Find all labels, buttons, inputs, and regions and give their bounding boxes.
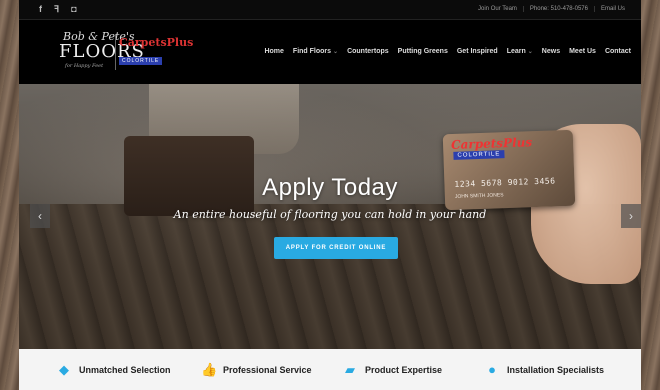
nav-meet-us-label: Meet Us xyxy=(569,48,596,55)
feature-installation[interactable]: ● Installation Specialists xyxy=(485,363,604,377)
nav-find-floors-label: Find Floors xyxy=(292,48,332,55)
site-logo[interactable]: Bob & Pete's FLOORS for Happy Feet Carpe… xyxy=(57,30,194,74)
utility-links: Join Our Team Phone: 510-478-0576 Email … xyxy=(472,6,631,12)
tag-icon: ◆ xyxy=(59,362,69,377)
phone-link[interactable]: Phone: 510-478-0576 xyxy=(522,6,594,12)
slider-prev-arrow[interactable]: ‹ xyxy=(30,204,50,228)
feature-label: Installation Specialists xyxy=(507,365,605,375)
apply-credit-button[interactable]: APPLY FOR CREDIT ONLINE xyxy=(274,237,398,259)
chevron-down-icon: ⌄ xyxy=(527,49,533,55)
join-our-team-link[interactable]: Join Our Team xyxy=(472,6,523,12)
hero-slider: CarpetsPlus COLORTILE 1234 5678 9012 345… xyxy=(19,84,641,349)
hero-subtitle: An entire houseful of flooring you can h… xyxy=(173,208,487,221)
nav-home-label: Home xyxy=(264,48,284,55)
chevron-down-icon: ⌄ xyxy=(333,49,339,55)
feature-service[interactable]: 👍 Professional Service xyxy=(201,363,312,377)
browser-page: f ꟻ ◘ Join Our Team Phone: 510-478-0576 … xyxy=(19,0,641,390)
card-brand: CarpetsPlus xyxy=(450,135,533,153)
feature-expertise[interactable]: ▰ Product Expertise xyxy=(343,363,442,377)
nav-find-floors[interactable]: Find Floors ⌄ xyxy=(293,48,338,55)
slider-next-arrow[interactable]: › xyxy=(621,204,641,228)
nav-contact[interactable]: Contact xyxy=(605,48,631,55)
nav-learn-label: Learn xyxy=(506,48,526,55)
feature-label: Product Expertise xyxy=(365,365,443,375)
email-us-link[interactable]: Email Us xyxy=(593,6,631,12)
nav-countertops[interactable]: Countertops xyxy=(347,48,389,55)
card-sub: COLORTILE xyxy=(453,150,505,160)
nav-learn[interactable]: Learn ⌄ xyxy=(507,48,533,55)
nav-get-inspired[interactable]: Get Inspired xyxy=(457,48,498,55)
chevron-right-icon: › xyxy=(629,209,633,223)
nav-news-label: News xyxy=(541,48,561,55)
feature-selection[interactable]: ◆ Unmatched Selection xyxy=(57,363,171,377)
nav-meet-us[interactable]: Meet Us xyxy=(569,48,596,55)
main-nav: Home Find Floors ⌄ Countertops Putting Gr… xyxy=(264,48,631,55)
hero-title: Apply Today xyxy=(262,174,398,201)
book-icon: ▰ xyxy=(345,362,355,377)
nav-news[interactable]: News xyxy=(542,48,560,55)
nav-countertops-label: Countertops xyxy=(347,48,389,55)
social-links: f ꟻ ◘ xyxy=(39,4,77,15)
top-bar: f ꟻ ◘ Join Our Team Phone: 510-478-0576 … xyxy=(19,0,641,20)
logo-tagline: for Happy Feet xyxy=(65,63,104,69)
logo-divider xyxy=(115,34,116,70)
feature-label: Professional Service xyxy=(223,365,312,375)
nav-get-inspired-label: Get Inspired xyxy=(456,48,498,55)
features-bar: ◆ Unmatched Selection 👍 Professional Ser… xyxy=(19,349,641,390)
partner-logo: CarpetsPlus COLORTILE xyxy=(119,36,194,65)
facebook-icon[interactable]: f xyxy=(39,4,42,15)
partner-logo-sub: COLORTILE xyxy=(119,57,163,65)
nav-home[interactable]: Home xyxy=(264,48,283,55)
nav-putting-greens[interactable]: Putting Greens xyxy=(398,48,448,55)
nav-putting-greens-label: Putting Greens xyxy=(397,48,448,55)
instagram-icon[interactable]: ◘ xyxy=(71,4,76,15)
houzz-icon[interactable]: ꟻ xyxy=(54,4,59,15)
partner-logo-name: CarpetsPlus xyxy=(119,36,194,49)
feature-label: Unmatched Selection xyxy=(79,365,171,375)
nav-contact-label: Contact xyxy=(604,48,631,55)
site-header: Bob & Pete's FLOORS for Happy Feet Carpe… xyxy=(19,20,641,84)
thumbs-up-icon: 👍 xyxy=(201,362,218,377)
chevron-left-icon: ‹ xyxy=(38,209,42,223)
user-icon: ● xyxy=(488,362,496,377)
